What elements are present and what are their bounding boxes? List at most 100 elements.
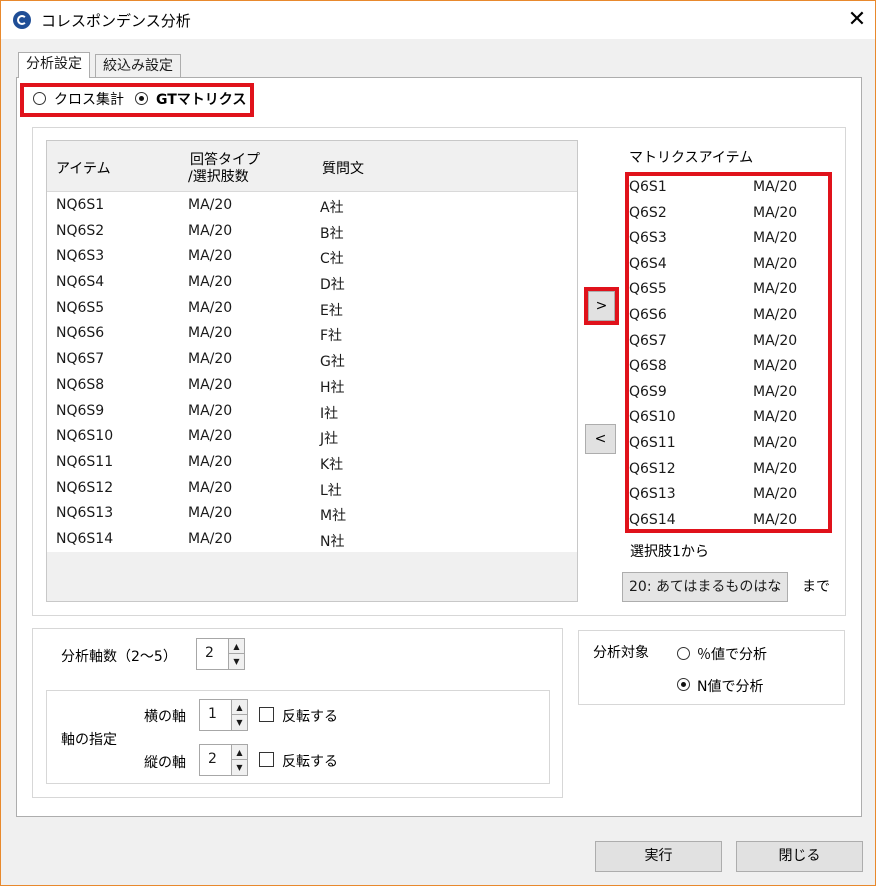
grid-cell-type: MA/20 [188, 351, 233, 368]
grid-row[interactable]: NQ6S11 MA/20 K社 [47, 449, 577, 475]
axis-spec-label: 軸の指定 [61, 732, 117, 748]
grid-cell-type: MA/20 [188, 274, 233, 291]
run-button[interactable]: 実行 [595, 841, 722, 872]
matrix-cell-type: MA/20 [753, 409, 798, 426]
matrix-row[interactable]: Q6S8 MA/20 [629, 355, 828, 381]
matrix-cell-type: MA/20 [753, 460, 798, 477]
grid-row[interactable]: NQ6S8 MA/20 H社 [47, 372, 577, 398]
close-button[interactable]: 閉じる [736, 841, 863, 872]
radio-n-value[interactable] [677, 678, 690, 691]
matrix-row[interactable]: Q6S6 MA/20 [629, 304, 828, 330]
matrix-row[interactable]: Q6S7 MA/20 [629, 330, 828, 356]
grid-header-question[interactable]: 質問文 [322, 158, 364, 178]
grid-cell-question: H社 [320, 379, 345, 396]
grid-row[interactable]: NQ6S5 MA/20 E社 [47, 295, 577, 321]
matrix-row[interactable]: Q6S14 MA/20 [629, 509, 828, 535]
radio-percent[interactable] [677, 647, 690, 660]
axis-count-stepper[interactable]: 2 ▲ ▼ [196, 638, 245, 670]
close-icon[interactable]: ✕ [839, 3, 875, 37]
grid-cell-item: NQ6S2 [56, 222, 105, 239]
tab-analysis-settings[interactable]: 分析設定 [18, 52, 90, 78]
axis-count-label: 分析軸数（2〜5） [61, 649, 177, 665]
grid-cell-question: L社 [320, 482, 342, 499]
grid-row[interactable]: NQ6S2 MA/20 B社 [47, 218, 577, 244]
matrix-cell-item: Q6S3 [629, 230, 667, 247]
radio-gt-matrix[interactable] [135, 92, 148, 105]
grid-row[interactable]: NQ6S9 MA/20 I社 [47, 398, 577, 424]
vertical-invert-checkbox[interactable] [259, 752, 274, 767]
spin-up-icon[interactable]: ▲ [232, 700, 247, 715]
radio-cross-tab[interactable] [33, 92, 46, 105]
grid-row[interactable]: NQ6S6 MA/20 F社 [47, 320, 577, 346]
spin-down-icon[interactable]: ▼ [229, 654, 244, 669]
grid-row[interactable]: NQ6S3 MA/20 C社 [47, 243, 577, 269]
grid-cell-type: MA/20 [188, 479, 233, 496]
grid-cell-type: MA/20 [188, 376, 233, 393]
grid-cell-question: A社 [320, 200, 344, 216]
horizontal-invert-checkbox[interactable] [259, 707, 274, 722]
matrix-row[interactable]: Q6S12 MA/20 [629, 458, 828, 484]
matrix-cell-item: Q6S2 [629, 204, 667, 221]
spin-up-icon[interactable]: ▲ [229, 639, 244, 654]
matrix-row[interactable]: Q6S5 MA/20 [629, 278, 828, 304]
item-grid[interactable]: アイテム 回答タイプ /選択肢数 質問文 NQ6S1 MA/20 A社 NQ6S2 MA… [46, 140, 578, 602]
tab-filter-settings[interactable]: 絞込み設定 [95, 54, 181, 78]
axis-count-arrows[interactable]: ▲ ▼ [228, 639, 244, 669]
matrix-row[interactable]: Q6S13 MA/20 [629, 483, 828, 509]
matrix-cell-type: MA/20 [753, 306, 798, 323]
matrix-cell-item: Q6S1 [629, 179, 667, 195]
matrix-cell-type: MA/20 [753, 434, 798, 451]
app-logo-icon [13, 11, 31, 29]
matrix-cell-type: MA/20 [753, 179, 798, 195]
horizontal-axis-arrows[interactable]: ▲ ▼ [231, 700, 247, 730]
grid-row[interactable]: NQ6S12 MA/20 L社 [47, 475, 577, 501]
matrix-row[interactable]: Q6S4 MA/20 [629, 253, 828, 279]
spin-down-icon[interactable]: ▼ [232, 760, 247, 775]
matrix-row[interactable]: Q6S10 MA/20 [629, 406, 828, 432]
matrix-cell-type: MA/20 [753, 511, 798, 528]
grid-row[interactable]: NQ6S7 MA/20 G社 [47, 346, 577, 372]
grid-header-type-2[interactable]: /選択肢数 [188, 166, 249, 186]
grid-cell-type: MA/20 [188, 453, 233, 470]
vertical-axis-stepper[interactable]: 2 ▲ ▼ [199, 744, 248, 776]
grid-cell-type: MA/20 [188, 197, 233, 213]
grid-row[interactable]: NQ6S14 MA/20 N社 [47, 526, 577, 552]
range-to-value: 20: あてはまるものはな [629, 579, 782, 595]
spin-down-icon[interactable]: ▼ [232, 715, 247, 730]
add-to-matrix-button[interactable]: > [588, 291, 615, 321]
radio-cross-tab-label: クロス集計 [54, 92, 124, 108]
grid-cell-question: K社 [320, 456, 344, 473]
grid-header: アイテム 回答タイプ /選択肢数 質問文 [47, 141, 577, 192]
range-to-select[interactable]: 20: あてはまるものはな ⌄ [622, 572, 788, 602]
remove-from-matrix-button[interactable]: < [585, 424, 616, 454]
horizontal-axis-stepper[interactable]: 1 ▲ ▼ [199, 699, 248, 731]
grid-header-item[interactable]: アイテム [56, 158, 111, 178]
grid-cell-item: NQ6S14 [56, 530, 114, 547]
matrix-cell-item: Q6S9 [629, 383, 667, 400]
grid-cell-item: NQ6S4 [56, 274, 105, 291]
matrix-cell-type: MA/20 [753, 486, 798, 503]
grid-cell-type: MA/20 [188, 222, 233, 239]
matrix-row[interactable]: Q6S9 MA/20 [629, 381, 828, 407]
grid-row[interactable]: NQ6S1 MA/20 A社 [47, 192, 577, 218]
grid-cell-type: MA/20 [188, 325, 233, 342]
matrix-row[interactable]: Q6S1 MA/20 [629, 176, 828, 202]
spin-up-icon[interactable]: ▲ [232, 745, 247, 760]
grid-cell-type: MA/20 [188, 402, 233, 419]
radio-gt-matrix-label: GTマトリクス [156, 92, 247, 108]
grid-row[interactable]: NQ6S13 MA/20 M社 [47, 500, 577, 526]
range-to-suffix: まで [802, 579, 830, 595]
grid-cell-question: J社 [320, 431, 339, 448]
vertical-axis-arrows[interactable]: ▲ ▼ [231, 745, 247, 775]
matrix-row[interactable]: Q6S3 MA/20 [629, 227, 828, 253]
vertical-invert-label: 反転する [282, 754, 338, 770]
matrix-item-list[interactable]: Q6S1 MA/20 Q6S2 MA/20 Q6S3 MA/20 Q6S4 MA/20 Q6S5… [625, 172, 832, 533]
grid-row[interactable]: NQ6S4 MA/20 D社 [47, 269, 577, 295]
matrix-cell-item: Q6S11 [629, 434, 676, 451]
grid-cell-question: F社 [320, 328, 343, 345]
matrix-cell-item: Q6S5 [629, 281, 667, 298]
grid-cell-question: B社 [320, 225, 344, 242]
grid-row[interactable]: NQ6S10 MA/20 J社 [47, 423, 577, 449]
matrix-row[interactable]: Q6S2 MA/20 [629, 202, 828, 228]
matrix-row[interactable]: Q6S11 MA/20 [629, 432, 828, 458]
